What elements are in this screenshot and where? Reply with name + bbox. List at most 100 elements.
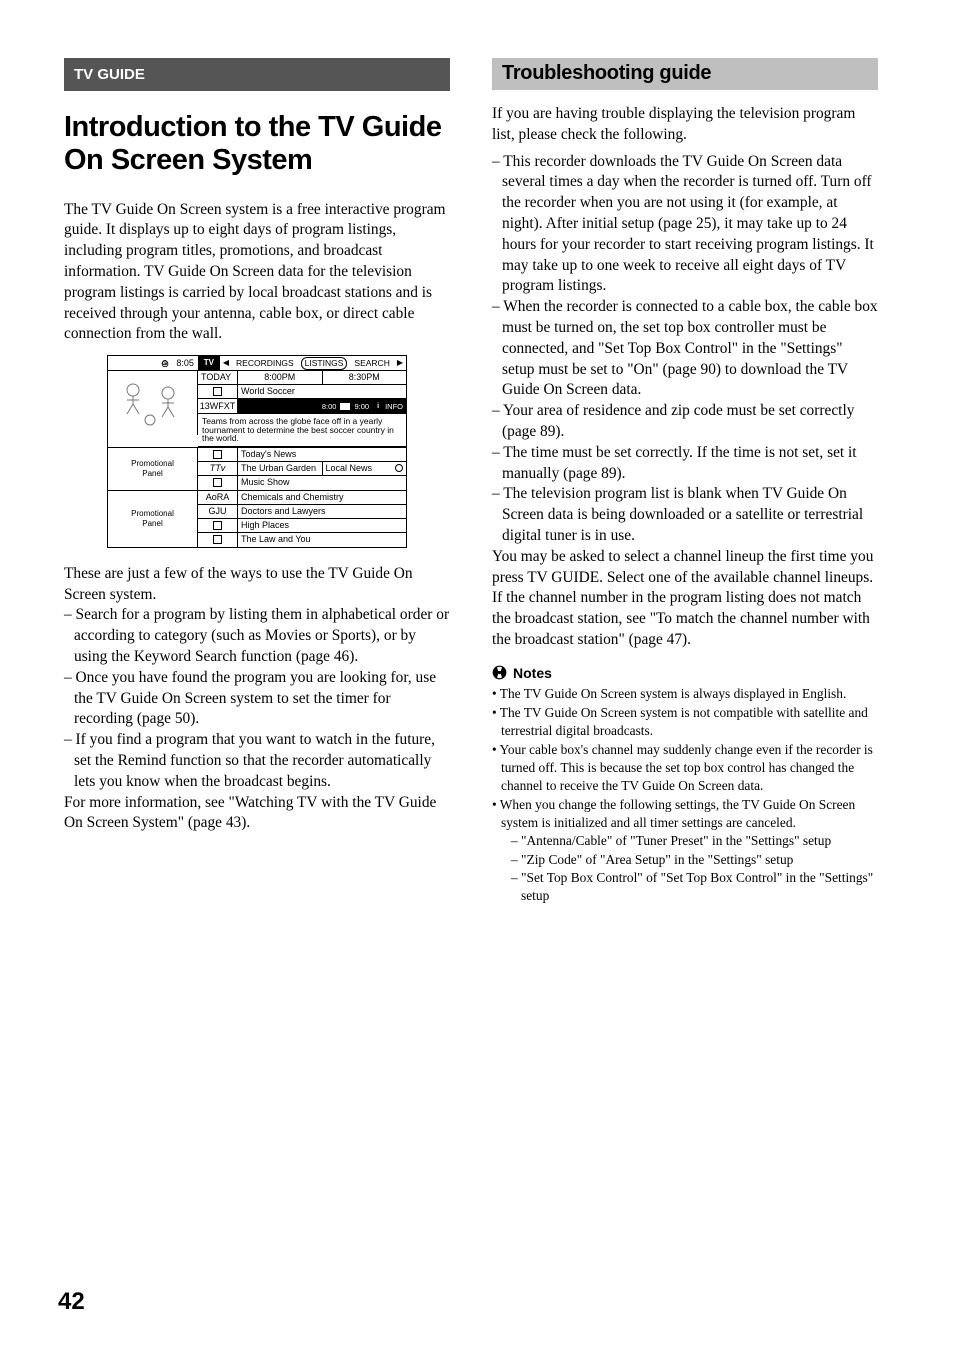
box-icon (213, 450, 222, 459)
section-bar-troubleshooting: Troubleshooting guide (492, 58, 878, 90)
program-highlighted: 8:00 9:00 i INFO (238, 399, 406, 413)
epg-row: AoRA Chemicals and Chemistry (198, 491, 406, 505)
promo-panel-2: Promotional Panel (108, 491, 198, 547)
epg-grid: TODAY 8:00PM 8:30PM World Soccer 13WFXT (198, 371, 406, 447)
epg-tab-listings: LISTINGS (301, 357, 348, 370)
epg-video-window (108, 371, 198, 435)
two-column-layout: TV GUIDE Introduction to the TV Guide On… (64, 58, 890, 906)
list-item: Your area of residence and zip code must… (492, 401, 878, 443)
channel-label: TTv (198, 462, 238, 475)
note-item: Your cable box's channel may suddenly ch… (492, 741, 878, 795)
right-intro: If you are having trouble displaying the… (492, 104, 878, 146)
program-title: Music Show (238, 476, 406, 490)
notes-icon (492, 665, 507, 680)
epg-listings-b: AoRA Chemicals and Chemistry GJU Doctors… (198, 491, 406, 547)
channel-icon-cell (198, 385, 238, 398)
notes-label: Notes (513, 665, 552, 681)
box-icon (213, 478, 222, 487)
note-subitem: "Set Top Box Control" of "Set Top Box Co… (511, 869, 878, 905)
left-column: TV GUIDE Introduction to the TV Guide On… (64, 58, 450, 906)
epg-row: Music Show (198, 476, 406, 490)
note-subitem: "Antenna/Cable" of "Tuner Preset" in the… (511, 832, 878, 850)
epg-clock-time: 8:05 (176, 359, 194, 368)
soccer-illustration-icon (118, 378, 188, 428)
list-item: The television program list is blank whe… (492, 484, 878, 546)
right-intro-text: If you are having trouble displaying the… (492, 104, 878, 146)
channel-icon-cell (198, 476, 238, 490)
epg-top-bar: 8:05 TV ◀ RECORDINGS LISTINGS SEARCH ▶ (108, 356, 406, 371)
document-page: TV GUIDE Introduction to the TV Guide On… (0, 0, 954, 1352)
list-item: Once you have found the program you are … (64, 668, 450, 730)
record-ring-icon (395, 464, 403, 472)
program-title: High Places (238, 519, 406, 532)
right-dash-list: This recorder downloads the TV Guide On … (492, 152, 878, 547)
epg-header-slot1: 8:00PM (238, 371, 323, 384)
epg-time-header: TODAY 8:00PM 8:30PM (198, 371, 406, 385)
epg-row: GJU Doctors and Lawyers (198, 505, 406, 519)
info-icon: i (373, 401, 383, 411)
channel-label: 13WFXT (198, 399, 238, 413)
right-after-text: You may be asked to select a channel lin… (492, 547, 878, 651)
program-title: The Law and You (238, 533, 406, 547)
channel-icon-cell (198, 448, 238, 461)
channel-icon-cell (198, 533, 238, 547)
clock-icon (160, 358, 170, 368)
epg-tab-recordings: RECORDINGS (233, 358, 297, 369)
program-title-2: Local News (322, 462, 407, 475)
program-title: Doctors and Lawyers (238, 505, 406, 518)
program-title: Today's News (238, 448, 406, 461)
epg-row-soccer: World Soccer (198, 385, 406, 399)
arrow-right-icon: ▶ (397, 359, 403, 367)
notes-header: Notes (492, 665, 878, 681)
after-epg-paragraph: These are just a few of the ways to use … (64, 564, 450, 606)
list-item: If you find a program that you want to w… (64, 730, 450, 792)
note-item: The TV Guide On Screen system is not com… (492, 704, 878, 740)
epg-row: TTv The Urban Garden Local News (198, 462, 406, 476)
note-item: The TV Guide On Screen system is always … (492, 685, 878, 703)
page-title: Introduction to the TV Guide On Screen S… (64, 111, 450, 178)
note-item: When you change the following settings, … (492, 796, 878, 905)
list-item: Search for a program by listing them in … (64, 605, 450, 667)
epg-header-slot2: 8:30PM (323, 371, 407, 384)
intro-paragraph: The TV Guide On Screen system is a free … (64, 200, 450, 346)
right-column: Troubleshooting guide If you are having … (492, 58, 878, 906)
program-title: World Soccer (238, 385, 406, 398)
channel-label: AoRA (198, 491, 238, 504)
tv-guide-logo-icon: TV (198, 356, 220, 370)
epg-row-highlight: 13WFXT 8:00 9:00 i INFO (198, 399, 406, 414)
epg-tab-search: SEARCH (351, 358, 392, 369)
epg-mockup: 8:05 TV ◀ RECORDINGS LISTINGS SEARCH ▶ (107, 355, 407, 548)
epg-header-today: TODAY (198, 371, 238, 384)
program-title: The Urban Garden (238, 462, 322, 475)
epg-row: The Law and You (198, 533, 406, 547)
left-dash-list: Search for a program by listing them in … (64, 605, 450, 792)
epg-row: High Places (198, 519, 406, 533)
list-item: The time must be set correctly. If the t… (492, 443, 878, 485)
epg-listings-a: Today's News TTv The Urban Garden Local … (198, 448, 406, 490)
promo-panel-1: Promotional Panel (108, 448, 198, 490)
epg-clock: 8:05 (108, 356, 198, 370)
arrow-left-icon: ◀ (223, 359, 229, 367)
after-epg-text: These are just a few of the ways to use … (64, 564, 450, 606)
list-item: This recorder downloads the TV Guide On … (492, 152, 878, 298)
box-icon (213, 521, 222, 530)
list-item: When the recorder is connected to a cabl… (492, 297, 878, 401)
epg-block-a: Promotional Panel Today's News TTv The U… (108, 448, 406, 491)
channel-label: GJU (198, 505, 238, 518)
epg-block-b: Promotional Panel AoRA Chemicals and Che… (108, 491, 406, 547)
section-tab-tv-guide: TV GUIDE (64, 58, 450, 91)
flag-icon (213, 387, 222, 396)
intro-text: The TV Guide On Screen system is a free … (64, 200, 450, 346)
note-item-text: When you change the following settings, … (500, 797, 855, 830)
epg-main-row: TODAY 8:00PM 8:30PM World Soccer 13WFXT (108, 371, 406, 448)
antenna-icon (213, 535, 222, 544)
epg-row: Today's News (198, 448, 406, 462)
note-subitem: "Zip Code" of "Area Setup" in the "Setti… (511, 851, 878, 869)
time-window-icon (340, 402, 350, 411)
channel-icon-cell (198, 519, 238, 532)
note-sublist: "Antenna/Cable" of "Tuner Preset" in the… (501, 832, 878, 904)
epg-tabs: ◀ RECORDINGS LISTINGS SEARCH ▶ (220, 356, 406, 370)
epg-description: Teams from across the globe face off in … (198, 414, 406, 447)
program-title: Chemicals and Chemistry (238, 491, 406, 504)
left-closing-text: For more information, see "Watching TV w… (64, 793, 450, 835)
